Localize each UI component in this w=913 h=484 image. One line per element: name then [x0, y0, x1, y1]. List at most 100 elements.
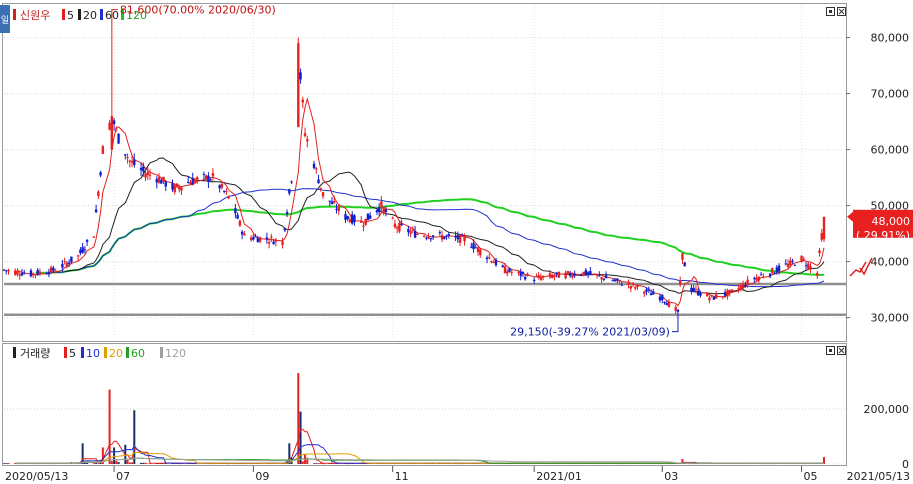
candle-body [611, 280, 615, 282]
candle-body [661, 294, 664, 301]
candle-body [61, 263, 64, 268]
candle-body [70, 256, 73, 263]
candle-body [409, 231, 412, 234]
candle-body [173, 185, 176, 193]
candle-body [537, 275, 540, 278]
volume-bars [3, 373, 825, 465]
candle-body [553, 275, 556, 277]
low-annotation-text: 29,150(-39.27% 2021/03/09) [510, 326, 670, 339]
price-y-tick-label: 80,000 [871, 32, 910, 45]
candle-body [679, 280, 682, 285]
x-tick-label: 09 [255, 470, 269, 483]
candle-body [211, 173, 215, 177]
price-panel-controls [826, 7, 846, 16]
volume-legend: 거래량 5 10 20 60 120 [13, 347, 186, 360]
candle-body [23, 272, 26, 274]
candle-body [573, 273, 576, 276]
x-tick-label: 11 [395, 470, 409, 483]
candle-body [110, 116, 114, 150]
candle-body [566, 271, 570, 273]
candle-body [681, 253, 684, 260]
candle-body [162, 176, 165, 182]
candle-body [627, 283, 630, 285]
candle-body [63, 261, 66, 263]
candle-body [384, 209, 388, 213]
candle-body [438, 232, 442, 234]
candle-body [52, 267, 55, 271]
candle-body [301, 99, 304, 103]
candle-body [422, 235, 426, 237]
candle-body [175, 183, 179, 188]
candle-body [804, 265, 808, 267]
candle-body [535, 276, 538, 278]
candle-body [708, 297, 711, 301]
candle-body [589, 270, 592, 275]
high-annotation-text: 81,600(70.00% 2020/06/30) [120, 4, 276, 17]
candle-body [79, 249, 82, 254]
candle-body [5, 270, 8, 272]
candle-body [393, 223, 397, 228]
candle-body [586, 272, 590, 275]
candle-body [157, 177, 161, 183]
candle-body [692, 287, 695, 292]
candle-body [822, 216, 826, 240]
high-annotation: 81,600(70.00% 2020/06/30) [111, 4, 276, 29]
price-y-tick-label: 70,000 [871, 88, 910, 101]
candle-body [258, 237, 262, 242]
candle-body [539, 277, 543, 280]
candle-body [328, 200, 331, 202]
candle-body [598, 275, 601, 277]
candle-body [753, 278, 756, 280]
candle-body [564, 272, 567, 279]
candle-body [730, 289, 734, 291]
candle-body [285, 212, 289, 215]
candle-body [243, 233, 246, 236]
candle-body [541, 275, 545, 278]
candle-body [494, 259, 498, 266]
candle-body [584, 269, 588, 276]
candle-body [458, 234, 462, 243]
x-axis-labels: 2020/05/13 07 09 11 2021/01 03 05 2021/05/13 [5, 470, 910, 483]
candle-body [649, 293, 653, 296]
candle-body [209, 179, 212, 181]
legend-ma20: 20 [83, 9, 97, 22]
price-moving-averages [17, 96, 825, 307]
candle-body [14, 270, 17, 275]
candle-body [38, 271, 42, 274]
candle-body [744, 284, 747, 287]
candle-body [784, 263, 788, 265]
candle-body [171, 183, 174, 190]
vol-legend-ma120: 120 [165, 347, 186, 360]
candle-body [818, 250, 821, 254]
price-panel-frame [2, 3, 847, 342]
low-annotation: 29,150(-39.27% 2021/03/09) [510, 322, 679, 339]
candle-body [281, 241, 284, 246]
candle-body [164, 181, 167, 187]
candle-body [146, 172, 149, 176]
candle-body [555, 272, 558, 274]
volume-bar [317, 463, 320, 464]
candle-body [254, 236, 257, 238]
candle-body [36, 269, 39, 275]
candle-body [759, 274, 763, 276]
candle-body [85, 240, 89, 242]
candle-body [312, 163, 316, 169]
candle-body [501, 265, 504, 268]
candle-body [204, 175, 208, 180]
candle-body [411, 229, 415, 231]
candle-body [148, 174, 152, 176]
candle-body [274, 239, 278, 242]
candle-body [283, 228, 287, 231]
candle-body [618, 279, 621, 282]
candle-body [793, 264, 796, 266]
candle-body [647, 289, 650, 291]
volume-panel-controls [826, 346, 846, 355]
candle-body [636, 285, 639, 287]
candle-body [178, 186, 181, 190]
candle-body [456, 235, 460, 240]
candle-body [353, 215, 356, 223]
candle-body [47, 271, 51, 275]
candle-body [315, 168, 318, 170]
candle-body [683, 262, 686, 267]
candle-body [155, 179, 158, 183]
